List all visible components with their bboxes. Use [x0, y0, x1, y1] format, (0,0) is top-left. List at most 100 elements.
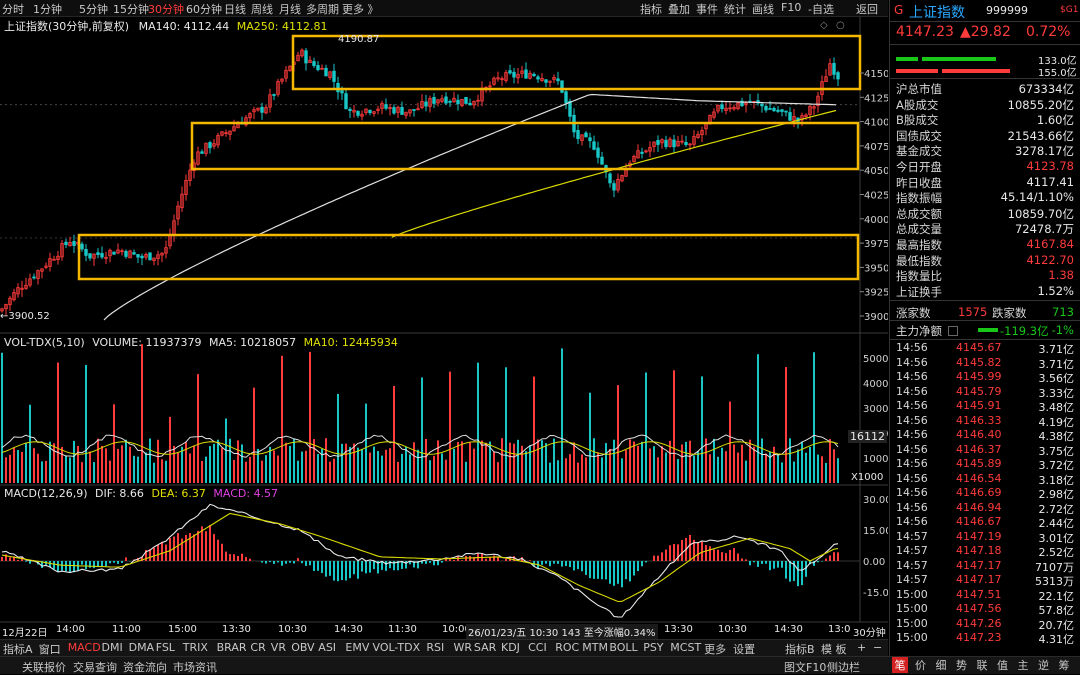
- quote-row-label: 昨日收盘: [896, 175, 942, 190]
- volume-value: VOLUME: 11937379: [92, 336, 202, 349]
- candle-body: [664, 139, 668, 148]
- indicator-tab[interactable]: MCST: [670, 641, 701, 654]
- candle-body: [348, 108, 352, 112]
- price-axis-label: 4075: [864, 142, 888, 153]
- indicator-tab[interactable]: MACD: [68, 641, 101, 654]
- status-tool-icon[interactable]: 势: [954, 657, 970, 673]
- tick-time: 14:56: [896, 515, 928, 528]
- indicator-tab[interactable]: ASI: [318, 641, 336, 654]
- indicator-tab[interactable]: WR: [454, 641, 473, 654]
- indicator-tab[interactable]: EMV: [345, 641, 369, 654]
- indicator-template-tab[interactable]: 指标B: [785, 641, 815, 657]
- btn-back[interactable]: 返回: [856, 1, 878, 17]
- tab-multi-period[interactable]: 多周期: [306, 1, 339, 17]
- advance-value: 1575: [958, 305, 988, 319]
- candle-body: [764, 106, 768, 111]
- status-tool-icon[interactable]: 细: [933, 657, 949, 673]
- tab-15min[interactable]: 15分钟: [113, 1, 149, 17]
- btn-draw[interactable]: 画线: [752, 1, 774, 17]
- kline-chart[interactable]: 4150 4125 4100 4075 4050 4025 4000 3975 3950 3925…: [0, 17, 888, 637]
- indicator-tab[interactable]: SAR: [474, 641, 496, 654]
- tab-monthly[interactable]: 月线: [279, 1, 301, 17]
- index-name: 上证指数: [909, 5, 965, 21]
- time-label: 14:00: [56, 624, 85, 635]
- indicator-tab[interactable]: 更多: [704, 641, 726, 657]
- indicator-tab[interactable]: BRAR: [217, 641, 247, 654]
- tab-daily[interactable]: 日线: [224, 1, 246, 17]
- btn-f10[interactable]: F10: [781, 1, 801, 14]
- indicator-tab[interactable]: 设置: [733, 641, 755, 657]
- zoom-out-icon[interactable]: −: [873, 641, 882, 654]
- btn-event[interactable]: 事件: [696, 1, 718, 17]
- tick-row: 14:56 4146.94 2.72亿: [890, 501, 1080, 516]
- candle-body: [72, 241, 76, 246]
- indicator-tab[interactable]: ROC: [555, 641, 579, 654]
- status-tool-icon[interactable]: 逆: [1036, 657, 1052, 673]
- status-tool-icon[interactable]: 价: [913, 657, 929, 673]
- indicator-tab[interactable]: KDJ: [501, 641, 520, 654]
- status-tool-icon[interactable]: 主: [1015, 657, 1031, 673]
- tab-5min[interactable]: 5分钟: [79, 1, 108, 17]
- candle-body: [592, 141, 596, 150]
- indicator-tab[interactable]: MTM: [582, 641, 608, 654]
- candle-body: [324, 67, 328, 77]
- indicator-tab[interactable]: CR: [250, 641, 265, 654]
- time-label: 13:0: [828, 624, 851, 635]
- btn-indicator[interactable]: 指标: [640, 1, 662, 17]
- indicator-tab[interactable]: FSL: [156, 641, 175, 654]
- indicator-tab[interactable]: 指标A: [3, 641, 33, 657]
- index-code: 999999: [986, 4, 1028, 17]
- candle-body: [456, 99, 460, 105]
- macd-value: MACD: 4.57: [213, 487, 279, 500]
- indicator-tab[interactable]: 窗口: [39, 641, 61, 657]
- tab-1min[interactable]: 1分钟: [33, 1, 62, 17]
- indicator-tabs: 指标A 窗口 MACD DMI DMA FSL TRIX BRAR CR VR OBV ASI EMV V…: [0, 639, 888, 656]
- indicator-tab[interactable]: VOL-TDX: [373, 641, 421, 654]
- tab-30min[interactable]: 30分钟: [148, 1, 184, 17]
- quote-row: B股成交 1.60亿: [896, 111, 1076, 127]
- quote-row: 基金成交 3278.17亿: [896, 142, 1076, 158]
- btn-stats[interactable]: 统计: [724, 1, 746, 17]
- indicator-tab[interactable]: RSI: [426, 641, 444, 654]
- status-tool-icon[interactable]: 联: [974, 657, 990, 673]
- indicator-tab[interactable]: PSY: [643, 641, 663, 654]
- time-axis: 12月22日 14:00 11:00 15:00 13:30 10:30 14:…: [0, 624, 888, 639]
- tab-60min[interactable]: 60分钟: [186, 1, 222, 17]
- candle-body: [836, 72, 840, 80]
- tab-fenshi[interactable]: 分时: [2, 1, 24, 17]
- volume-axis-label: 30000: [863, 404, 888, 415]
- indicator-template-tab[interactable]: 模 板: [821, 641, 847, 657]
- candle-body: [356, 110, 360, 116]
- tick-price: 4147.51: [956, 587, 1002, 601]
- volume-name: VOL-TDX(5,10): [4, 336, 85, 349]
- candle-body: [84, 248, 88, 256]
- tick-row: 14:56 4145.91 3.48亿: [890, 399, 1080, 414]
- btn-overlay[interactable]: 叠加: [668, 1, 690, 17]
- indicator-tab[interactable]: DMI: [102, 641, 123, 654]
- indicator-tab[interactable]: VR: [271, 641, 286, 654]
- indicator-tab[interactable]: DMA: [129, 641, 155, 654]
- netflow-toggle-icon[interactable]: [948, 326, 958, 336]
- tab-more[interactable]: 更多 》: [342, 1, 379, 17]
- price-axis-label: 3975: [864, 239, 888, 250]
- tick-row: 14:57 4147.17 5313万: [890, 573, 1080, 588]
- zoom-in-icon[interactable]: +: [857, 641, 866, 654]
- indicator-tab[interactable]: BOLL: [609, 641, 637, 654]
- status-icon-bar: 笔价细势联值主逆筹: [892, 657, 1078, 674]
- tick-time: 14:56: [896, 471, 928, 485]
- candle-body: [32, 276, 36, 279]
- btn-watchlist[interactable]: -自选: [808, 1, 834, 17]
- status-tool-icon[interactable]: 笔: [892, 657, 908, 673]
- candle-body: [260, 106, 264, 113]
- macd-axis-label: 0.00: [863, 557, 885, 568]
- macd-dea: DEA: 6.37: [151, 487, 206, 500]
- status-tool-icon[interactable]: 筹: [1056, 657, 1072, 673]
- status-tool-icon[interactable]: 值: [995, 657, 1011, 673]
- indicator-tab[interactable]: OBV: [291, 641, 314, 654]
- macd-axis-label: 15.00: [863, 526, 888, 537]
- indicator-tab[interactable]: TRIX: [183, 641, 208, 654]
- tick-row: 14:56 4145.89 3.72亿: [890, 457, 1080, 472]
- quote-row-value: 10855.20亿: [1007, 97, 1074, 112]
- tab-weekly[interactable]: 周线: [251, 1, 273, 17]
- indicator-tab[interactable]: CCI: [528, 641, 547, 654]
